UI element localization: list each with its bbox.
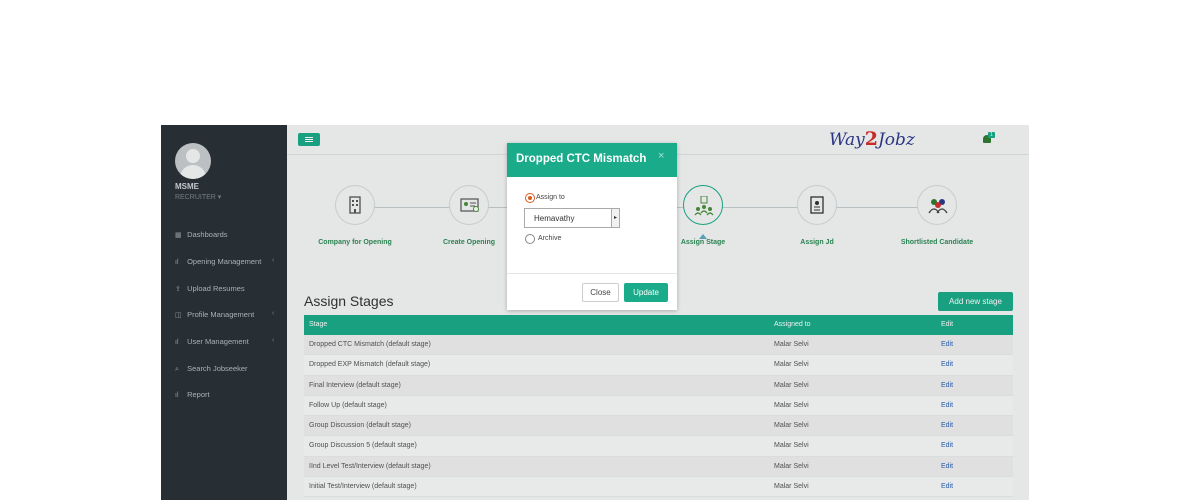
update-button[interactable]: Update bbox=[624, 283, 668, 302]
archive-radio[interactable] bbox=[525, 234, 535, 244]
assignee-select-value: Hemavathy bbox=[534, 214, 575, 223]
close-button[interactable]: Close bbox=[582, 283, 619, 302]
modal-footer: Close Update bbox=[507, 273, 677, 310]
assign-to-radio[interactable] bbox=[525, 193, 535, 203]
archive-label: Archive bbox=[538, 235, 562, 242]
assignee-select[interactable]: Hemavathy ▸ bbox=[524, 208, 620, 228]
modal-title: Dropped CTC Mismatch bbox=[516, 153, 647, 165]
chevron-down-icon: ▸ bbox=[611, 209, 619, 227]
close-icon[interactable]: × bbox=[658, 150, 664, 162]
modal-header: Dropped CTC Mismatch × bbox=[507, 143, 677, 177]
assign-stage-modal: Dropped CTC Mismatch × Assign to Hemavat… bbox=[507, 143, 677, 310]
assign-to-label: Assign to bbox=[536, 194, 565, 201]
